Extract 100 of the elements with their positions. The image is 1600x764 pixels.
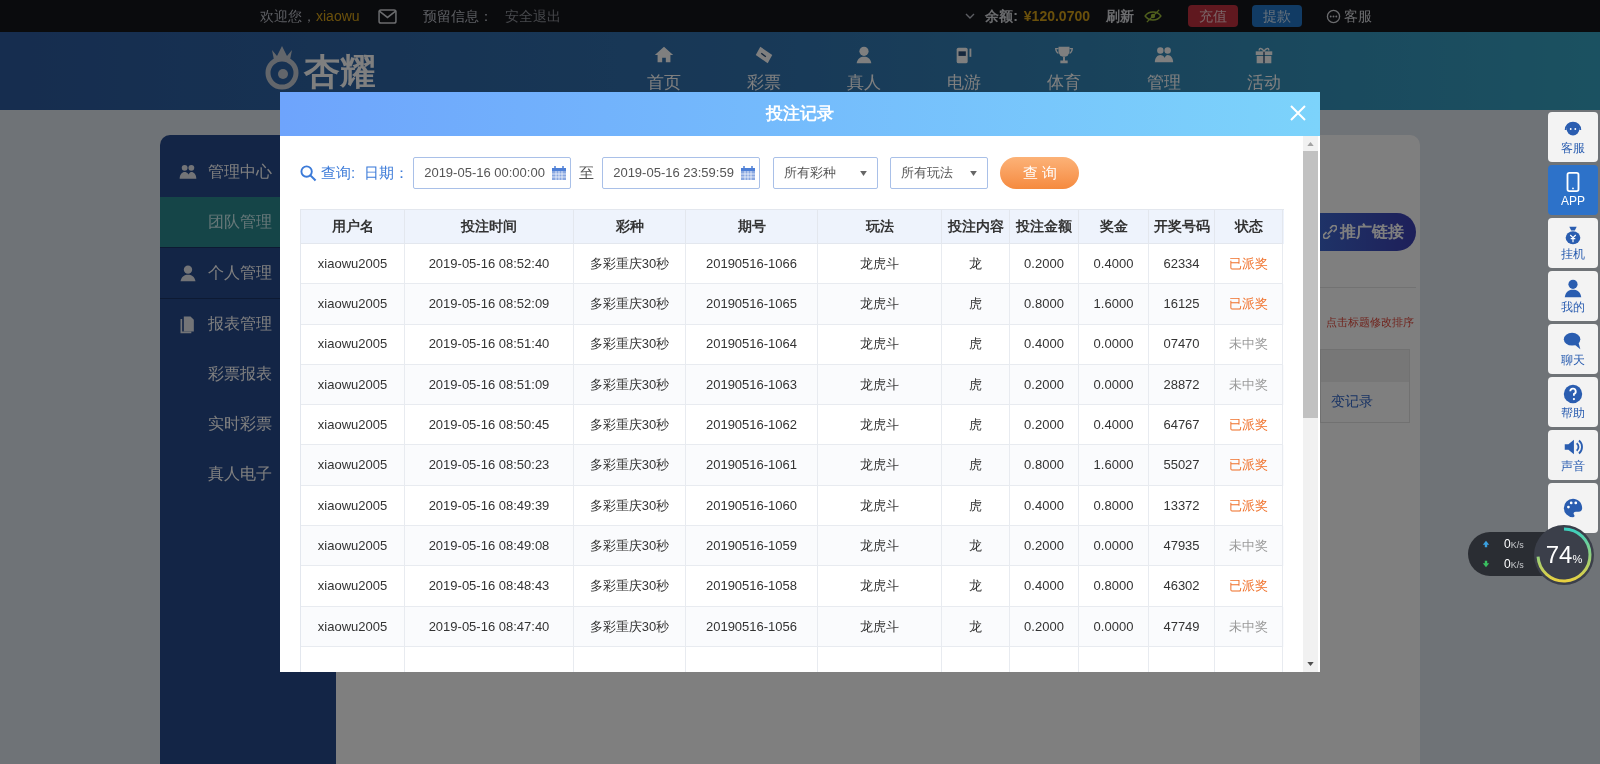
customer-service-link[interactable]: 客服 [1326,5,1372,27]
date-from-field[interactable]: 2019-05-16 00:00:00 [413,157,572,189]
table-cell: 20190516-1065 [686,284,818,325]
table-cell: 20190516-1061 [686,445,818,486]
table-cell: 47749 [1149,606,1215,647]
help-icon [1562,383,1584,405]
nav-item[interactable]: 管理 [1114,32,1214,96]
table-cell: 1.6000 [1079,284,1149,325]
dock-button[interactable]: 帮助 [1548,377,1598,427]
nav-item[interactable]: 体育 [1014,32,1114,96]
table-cell: 龙 [942,606,1010,647]
dock-button[interactable]: 声音 [1548,430,1598,480]
table-cell: 16125 [1149,284,1215,325]
trophy-icon [1053,44,1075,66]
download-arrow-icon [1482,560,1490,568]
withdraw-button[interactable]: 提款 [1252,5,1302,27]
lottery-type-select[interactable]: 所有彩种 [773,157,879,189]
table-cell: 龙虎斗 [818,445,942,486]
table-cell: 0.4000 [1010,324,1079,365]
table-cell: 0.8000 [1010,284,1079,325]
table-cell: 多彩重庆30秒 [574,284,686,325]
table-cell: 多彩重庆30秒 [574,445,686,486]
table-cell: 2019-05-16 08:52:09 [405,284,574,325]
table-cell: 龙虎斗 [818,566,942,607]
modal-title: 投注记录 [766,103,834,126]
table-cell: 2019-05-16 08:48:43 [405,566,574,607]
scroll-down-arrow-icon[interactable] [1307,662,1314,666]
table-cell: 多彩重庆30秒 [574,324,686,365]
nav-item[interactable]: 真人 [814,32,914,96]
table-cell: 20190516-1064 [686,324,818,365]
dock-button[interactable]: APP [1548,165,1598,215]
table-cell: 0.0000 [1079,606,1149,647]
status-text: 已派奖 [1215,284,1283,325]
logout-link[interactable]: 安全退出 [504,5,561,27]
date-to-field[interactable]: 2019-05-16 23:59:59 [602,157,761,189]
table-cell: xiaowu2005 [301,284,405,325]
link-icon [1323,225,1337,239]
table-cell: 20190516-1058 [686,566,818,607]
scroll-up-arrow-icon[interactable] [1307,142,1314,146]
table-cell: 2019-05-16 08:50:23 [405,445,574,486]
dock-button[interactable]: 客服 [1548,112,1598,162]
table-cell: 龙虎斗 [818,606,942,647]
table-cell: xiaowu2005 [301,445,405,486]
calendar-icon [739,165,756,181]
upload-arrow-icon [1482,540,1490,548]
sort-hint-text: 点击标题修改排序 [1326,315,1415,330]
speed-reading: 0K/s [1504,556,1524,573]
nav-item[interactable]: 彩票 [714,32,814,96]
status-text: 已派奖 [1215,445,1283,486]
table-cell: 2019-05-16 08:51:40 [405,324,574,365]
table-cell: 龙虎斗 [818,284,942,325]
scrollbar-thumb[interactable] [1303,151,1318,418]
deposit-button[interactable]: 充值 [1188,5,1238,27]
balance-amount: ¥120.0700 [1023,6,1090,26]
play-type-select[interactable]: 所有玩法 [890,157,989,189]
date-label: 日期： [364,162,410,183]
table-cell: 虎 [942,445,1010,486]
palette-icon [1562,497,1584,519]
table-cell: xiaowu2005 [301,606,405,647]
username-link[interactable]: xiaowu [316,5,360,27]
calendar-icon [550,165,567,181]
query-label: 查询: [321,162,356,183]
table-cell: 多彩重庆30秒 [574,566,686,607]
table-cell: xiaowu2005 [301,324,405,365]
close-icon [1288,103,1308,123]
chat-bubble-icon [1326,8,1341,24]
table-cell: xiaowu2005 [301,566,405,607]
nav-item[interactable]: 电游 [914,32,1014,96]
table-cell: 2019-05-16 08:47:40 [405,606,574,647]
table-cell: 龙虎斗 [818,324,942,365]
user-icon [178,263,198,283]
table-link[interactable]: 变记录 [1321,381,1409,422]
status-text: 未中奖 [1215,324,1283,365]
mail-icon[interactable] [377,8,397,24]
eye-off-icon[interactable] [1144,9,1162,23]
table-cell: 07470 [1149,324,1215,365]
table-cell: 0.8000 [1010,445,1079,486]
table-cell: 虎 [942,284,1010,325]
dock-button[interactable] [1548,483,1598,533]
users-icon [178,162,198,182]
table-cell: 0.2000 [1010,606,1079,647]
dock-button[interactable]: 我的 [1548,271,1598,321]
dock-button[interactable]: 聊天 [1548,324,1598,374]
table-cell: 46302 [1149,566,1215,607]
dock-button[interactable]: 挂机 [1548,218,1598,268]
user-icon [1562,277,1584,299]
table-cell: 0.0000 [1079,324,1149,365]
ticket-icon [753,44,775,66]
table-cell: 0.8000 [1079,566,1149,607]
table-cell: 0.4000 [1010,566,1079,607]
table-cell: 1.6000 [1079,445,1149,486]
refresh-link[interactable]: 刷新 [1106,5,1134,27]
nav-item[interactable]: 首页 [614,32,714,96]
search-icon [300,164,317,182]
table-cell: 多彩重庆30秒 [574,606,686,647]
logo-text: 杏耀 [304,54,376,90]
table-cell: 龙 [942,566,1010,607]
query-button[interactable]: 查 询 [1000,157,1080,189]
nav-item[interactable]: 活动 [1214,32,1314,96]
speed-reading: 0K/s [1504,536,1524,553]
